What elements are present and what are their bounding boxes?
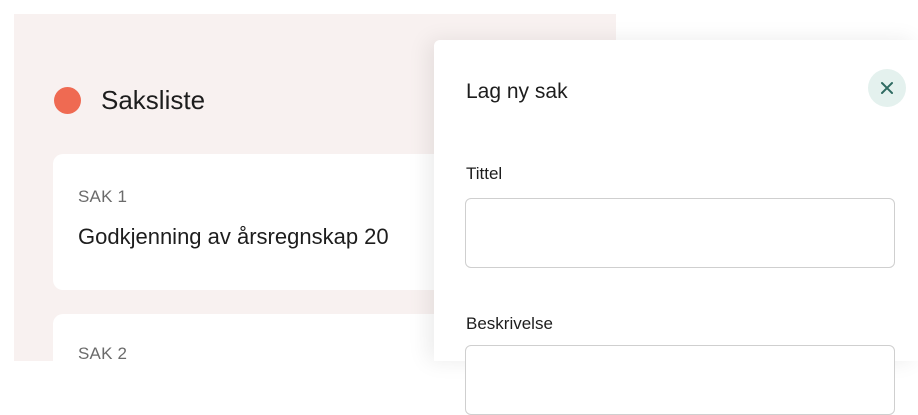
title-input[interactable] [465,198,895,268]
close-icon [881,82,893,94]
case-number: SAK 1 [78,187,128,206]
title-label: Tittel [466,164,503,183]
description-label: Beskrivelse [466,314,553,333]
status-dot [54,87,81,114]
dialog-title: Lag ny sak [466,80,568,103]
case-number: SAK 2 [78,344,128,363]
case-list-title: Saksliste [101,85,206,115]
new-case-dialog: Lag ny sak Tittel Beskrivelse [434,40,918,415]
description-input[interactable] [465,345,895,415]
case-title: Godkjenning av årsregnskap 20 [78,224,389,249]
case-list-header: Saksliste [54,85,205,116]
close-button[interactable] [868,69,906,107]
